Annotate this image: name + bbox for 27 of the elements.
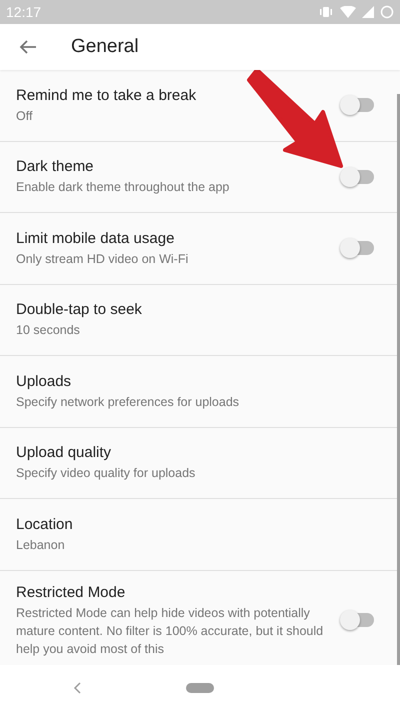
setting-subtitle: Specify video quality for uploads [16,465,196,482]
toggle-switch[interactable] [340,166,376,188]
setting-subtitle: Off [16,108,34,125]
setting-subtitle: Lebanon [16,536,66,554]
setting-subtitle: Restricted Mode can help hide videos with potentially mature content. No filter is 100% accurate, but it should help you avoid most of this [16,604,324,658]
toggle-switch[interactable] [340,609,376,631]
setting-title: Uploads [16,372,72,392]
wifi-icon [340,6,356,18]
setting-subtitle: Only stream HD video on Wi-Fi [16,250,190,268]
setting-subtitle: 10 seconds [16,322,81,340]
page-title: General [71,34,139,59]
setting-title: Double-tap to seek [16,300,143,320]
setting-title: Remind me to take a break [16,86,198,106]
home-pill[interactable] [186,683,214,693]
toggle-switch[interactable] [340,237,376,260]
back-arrow-icon[interactable] [19,39,37,55]
setting-title: Limit mobile data usage [16,228,176,249]
toggle-switch[interactable] [340,94,376,116]
vibrate-icon [318,6,334,18]
setting-title: Dark theme [16,157,95,178]
setting-subtitle: Enable dark theme throughout the app [16,179,230,196]
back-icon[interactable] [73,682,81,694]
setting-title: Upload quality [16,443,112,464]
setting-title: Restricted Mode [16,582,126,602]
setting-subtitle: Specify network preferences for uploads [16,394,240,411]
setting-title: Location [16,514,74,535]
signal-icon [362,6,374,18]
